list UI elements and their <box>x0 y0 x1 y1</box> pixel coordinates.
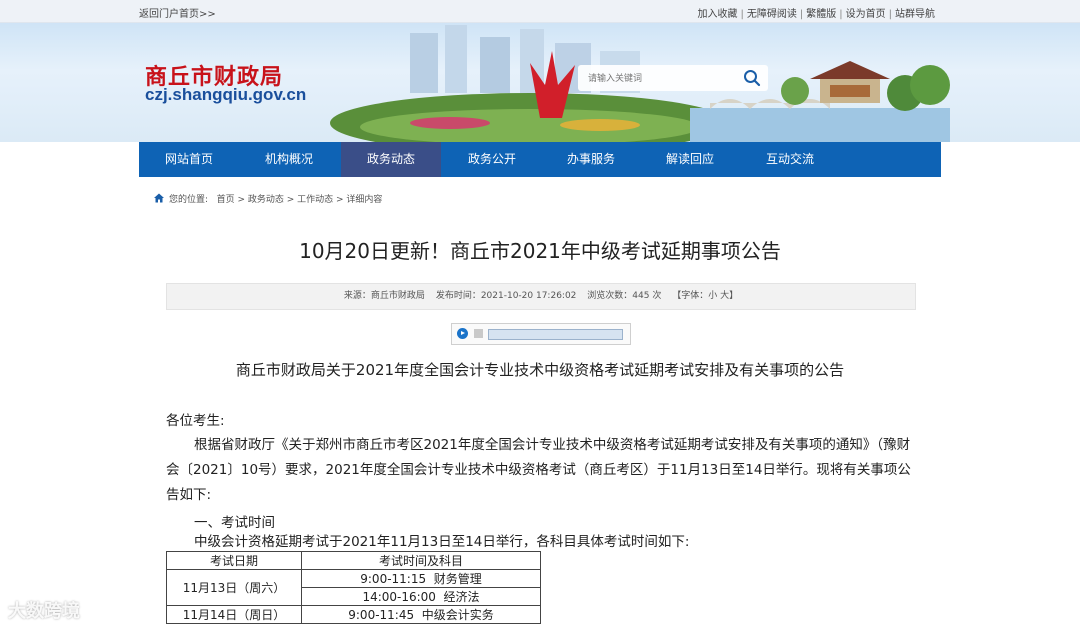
nav-item-public-info[interactable]: 政务公开 <box>442 142 542 177</box>
nav-item-gov-news[interactable]: 政务动态 <box>341 142 441 177</box>
audio-player <box>451 323 631 345</box>
meta-views: 浏览次数：445 次 <box>587 291 662 301</box>
play-icon[interactable] <box>457 328 468 339</box>
notice-title: 商丘市财政局关于2021年度全国会计专业技术中级资格考试延期考试安排及有关事项的… <box>235 361 845 379</box>
search-icon[interactable] <box>742 68 762 88</box>
site-group-nav-link[interactable]: 站群导航 <box>895 9 935 20</box>
accessibility-link[interactable]: 无障碍阅读 <box>747 9 797 20</box>
set-homepage-link[interactable]: 设为首页 <box>846 9 886 20</box>
site-logo-domain: czj.shangqiu.gov.cn <box>145 85 307 104</box>
nav-item-interaction[interactable]: 互动交流 <box>740 142 840 177</box>
table-cell-session: 14:00-16:00 经济法 <box>301 587 541 606</box>
header-banner: 商丘市财政局 czj.shangqiu.gov.cn <box>0 23 1080 142</box>
font-size-toggle[interactable]: 【字体：小 大】 <box>672 291 738 301</box>
section1-heading: 一、考试时间 <box>194 515 275 531</box>
body-paragraph: 根据省财政厅《关于郑州市商丘市考区2021年度全国会计专业技术中级资格考试延期考… <box>166 437 911 503</box>
table-header: 考试日期 <box>166 551 302 570</box>
utility-links: 加入收藏 | 无障碍阅读 | 繁體版 | 设为首页 | 站群导航 <box>697 9 936 20</box>
stop-icon[interactable] <box>474 329 483 338</box>
table-cell-date: 11月14日（周日） <box>166 605 302 624</box>
traditional-chinese-link[interactable]: 繁體版 <box>806 9 836 20</box>
table-cell-session: 9:00-11:45 中级会计实务 <box>301 605 541 624</box>
main-nav: 网站首页 机构概况 政务动态 政务公开 办事服务 解读回应 互动交流 <box>139 142 941 177</box>
search-input[interactable] <box>586 70 740 88</box>
table-header: 考试时间及科目 <box>301 551 541 570</box>
breadcrumb-label: 您的位置: <box>169 195 209 205</box>
home-icon <box>154 193 164 203</box>
nav-item-organization[interactable]: 机构概况 <box>239 142 339 177</box>
breadcrumb-path[interactable]: 首页 > 政务动态 > 工作动态 > 详细内容 <box>217 195 383 205</box>
meta-published: 发布时间：2021-10-20 17:26:02 <box>435 291 577 301</box>
watermark-logo: 大数跨境 <box>8 601 80 622</box>
return-portal-link[interactable]: 返回门户首页>> <box>139 5 216 20</box>
article-meta: 来源：商丘市财政局 发布时间：2021-10-20 17:26:02 浏览次数：… <box>166 283 916 310</box>
article-title: 10月20日更新！商丘市2021年中级考试延期事项公告 <box>299 239 781 263</box>
table-row: 11月13日（周六） 9:00-11:15 财务管理 <box>166 569 541 606</box>
table-row: 11月14日（周日） 9:00-11:45 中级会计实务 <box>166 605 541 624</box>
section1-text: 中级会计资格延期考试于2021年11月13日至14日举行，各科目具体考试时间如下… <box>194 534 690 550</box>
add-favorite-link[interactable]: 加入收藏 <box>698 9 738 20</box>
nav-item-interpretation[interactable]: 解读回应 <box>640 142 740 177</box>
top-utility-bar: 返回门户首页>> 加入收藏 | 无障碍阅读 | 繁體版 | 设为首页 | 站群导航 <box>0 0 1080 23</box>
article-container: 您的位置: 首页 > 政务动态 > 工作动态 > 详细内容 10月20日更新！商… <box>139 178 941 631</box>
meta-source: 来源：商丘市财政局 <box>343 291 425 301</box>
greeting-text: 各位考生: <box>166 413 225 429</box>
search-box <box>578 65 768 91</box>
table-cell-session: 9:00-11:15 财务管理 <box>301 569 541 588</box>
audio-progress-bar[interactable] <box>488 329 623 340</box>
exam-schedule-table: 考试日期 考试时间及科目 11月13日（周六） 9:00-11:15 财务管理 … <box>166 551 541 624</box>
table-header-row: 考试日期 考试时间及科目 <box>166 551 541 570</box>
table-cell-date: 11月13日（周六） <box>166 569 302 606</box>
nav-item-services[interactable]: 办事服务 <box>541 142 641 177</box>
breadcrumb: 您的位置: 首页 > 政务动态 > 工作动态 > 详细内容 <box>153 192 382 205</box>
nav-item-home[interactable]: 网站首页 <box>139 142 239 177</box>
